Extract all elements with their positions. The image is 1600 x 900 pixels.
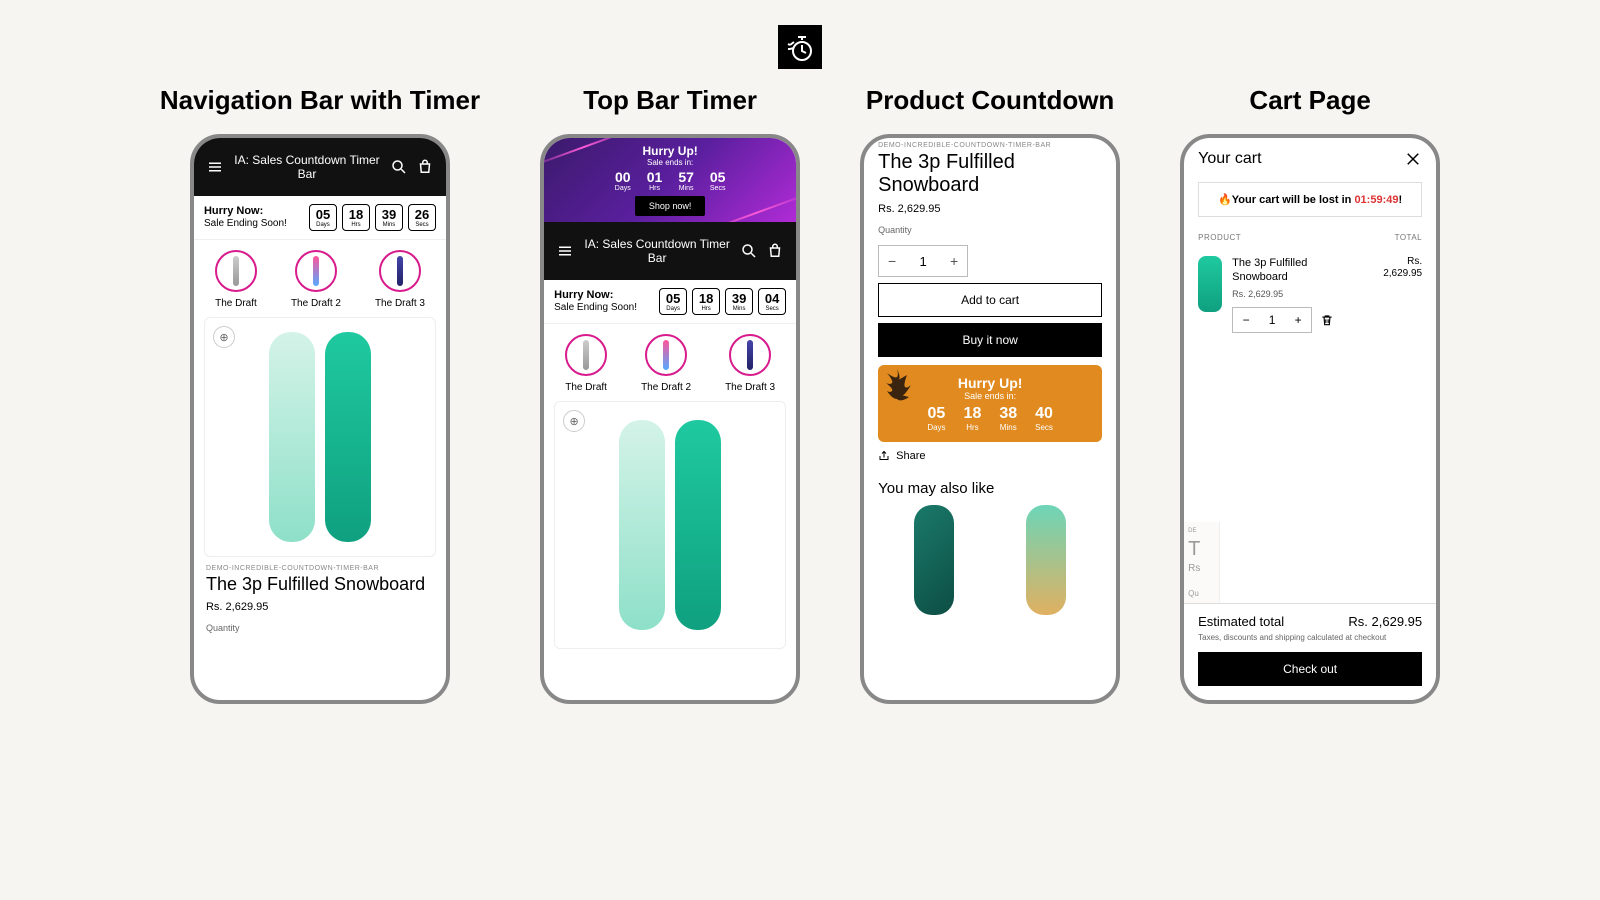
header-title: IA: Sales Countdown Timer Bar bbox=[582, 237, 732, 266]
cart-item-unit-price: Rs. 2,629.95 bbox=[1232, 289, 1360, 299]
cart-column-headers: PRODUCTTOTAL bbox=[1184, 229, 1436, 246]
frame-title-topbar: Top Bar Timer bbox=[583, 85, 757, 116]
timer-mins: 39Mins bbox=[375, 204, 403, 231]
cart-icon[interactable] bbox=[766, 242, 784, 260]
draft-item[interactable]: The Draft 3 bbox=[375, 250, 425, 309]
product-countdown-banner: Hurry Up! Sale ends in: 05Days 18Hrs 38M… bbox=[878, 365, 1102, 442]
share-icon bbox=[878, 450, 890, 462]
draft-item[interactable]: The Draft 3 bbox=[725, 334, 775, 393]
frame-title-nav: Navigation Bar with Timer bbox=[160, 85, 480, 116]
cart-expiry-warning: 🔥Your cart will be lost in 01:59:49! bbox=[1198, 182, 1422, 217]
shop-now-button[interactable]: Shop now! bbox=[635, 196, 706, 216]
app-logo-icon bbox=[778, 25, 822, 69]
app-header: IA: Sales Countdown Timer Bar bbox=[194, 138, 446, 196]
magnify-icon[interactable]: ⊕ bbox=[563, 410, 585, 432]
hamburger-icon[interactable] bbox=[206, 158, 224, 176]
search-icon[interactable] bbox=[740, 242, 758, 260]
hamburger-icon[interactable] bbox=[556, 242, 574, 260]
qty-value: 1 bbox=[1259, 308, 1285, 332]
share-button[interactable]: Share bbox=[878, 450, 1102, 462]
product-price: Rs. 2,629.95 bbox=[878, 203, 1102, 215]
qty-increase-button[interactable]: + bbox=[941, 253, 967, 269]
app-header: IA: Sales Countdown Timer Bar bbox=[544, 222, 796, 280]
you-may-also-like-heading: You may also like bbox=[878, 480, 1102, 497]
header-title: IA: Sales Countdown Timer Bar bbox=[232, 153, 382, 182]
tax-note: Taxes, discounts and shipping calculated… bbox=[1198, 633, 1422, 642]
product-image[interactable]: ⊕ bbox=[554, 401, 786, 649]
qty-decrease-button[interactable]: − bbox=[879, 253, 905, 269]
product-title: The 3p Fulfilled Snowboard bbox=[878, 151, 1102, 197]
cart-icon[interactable] bbox=[416, 158, 434, 176]
draft-item[interactable]: The Draft 2 bbox=[641, 334, 691, 393]
nav-timer-bar: Hurry Now:Sale Ending Soon! 05Days 18Hrs… bbox=[194, 196, 446, 240]
phone-frame-product: DEMO-INCREDIBLE-COUNTDOWN-TIMER-BAR The … bbox=[860, 134, 1120, 704]
related-product[interactable] bbox=[914, 505, 954, 615]
quantity-label: Quantity bbox=[206, 623, 434, 633]
draft-item[interactable]: The Draft bbox=[565, 334, 607, 393]
trash-icon[interactable] bbox=[1320, 313, 1334, 327]
buy-now-button[interactable]: Buy it now bbox=[878, 323, 1102, 357]
qty-increase-button[interactable]: + bbox=[1285, 308, 1311, 332]
phone-frame-nav: IA: Sales Countdown Timer Bar Hurry Now:… bbox=[190, 134, 450, 704]
estimated-total: Estimated totalRs. 2,629.95 bbox=[1198, 614, 1422, 629]
timer-hrs: 18Hrs bbox=[342, 204, 370, 231]
quantity-label: Quantity bbox=[878, 225, 1102, 235]
timer-secs: 26Secs bbox=[408, 204, 436, 231]
cart-heading: Your cart bbox=[1198, 150, 1404, 168]
tree-icon bbox=[882, 369, 912, 419]
close-icon[interactable] bbox=[1404, 150, 1422, 168]
frame-title-product: Product Countdown bbox=[866, 85, 1114, 116]
draft-item[interactable]: The Draft 2 bbox=[291, 250, 341, 309]
frame-title-cart: Cart Page bbox=[1249, 85, 1370, 116]
cart-item-name[interactable]: The 3p Fulfilled Snowboard bbox=[1232, 256, 1360, 285]
quantity-stepper[interactable]: − 1 + bbox=[878, 245, 968, 277]
related-product[interactable] bbox=[1026, 505, 1066, 615]
top-timer-banner: Hurry Up! Sale ends in: 00Days 01Hrs 57M… bbox=[544, 138, 796, 222]
add-to-cart-button[interactable]: Add to cart bbox=[878, 283, 1102, 317]
qty-value: 1 bbox=[905, 254, 941, 269]
cart-item-row: The 3p Fulfilled Snowboard Rs. 2,629.95 … bbox=[1184, 246, 1436, 343]
vendor-label: DEMO-INCREDIBLE-COUNTDOWN-TIMER-BAR bbox=[878, 142, 1102, 149]
draft-item[interactable]: The Draft bbox=[215, 250, 257, 309]
product-image[interactable]: ⊕ bbox=[204, 317, 436, 557]
product-title: The 3p Fulfilled Snowboard bbox=[206, 574, 434, 595]
vendor-label: DEMO-INCREDIBLE-COUNTDOWN-TIMER-BAR bbox=[206, 565, 434, 572]
phone-frame-topbar: Hurry Up! Sale ends in: 00Days 01Hrs 57M… bbox=[540, 134, 800, 704]
search-icon[interactable] bbox=[390, 158, 408, 176]
product-price: Rs. 2,629.95 bbox=[206, 601, 434, 613]
nav-timer-bar: Hurry Now:Sale Ending Soon! 05Days 18Hrs… bbox=[544, 280, 796, 324]
magnify-icon[interactable]: ⊕ bbox=[213, 326, 235, 348]
cart-item-total: Rs.2,629.95 bbox=[1370, 256, 1422, 333]
timer-days: 05Days bbox=[309, 204, 337, 231]
qty-decrease-button[interactable]: − bbox=[1233, 308, 1259, 332]
background-page-peek: DE T Rs Qu bbox=[1184, 522, 1220, 605]
phone-frame-cart: Your cart 🔥Your cart will be lost in 01:… bbox=[1180, 134, 1440, 704]
checkout-button[interactable]: Check out bbox=[1198, 652, 1422, 686]
cart-quantity-stepper[interactable]: − 1 + bbox=[1232, 307, 1312, 333]
cart-item-thumb[interactable] bbox=[1198, 256, 1222, 312]
